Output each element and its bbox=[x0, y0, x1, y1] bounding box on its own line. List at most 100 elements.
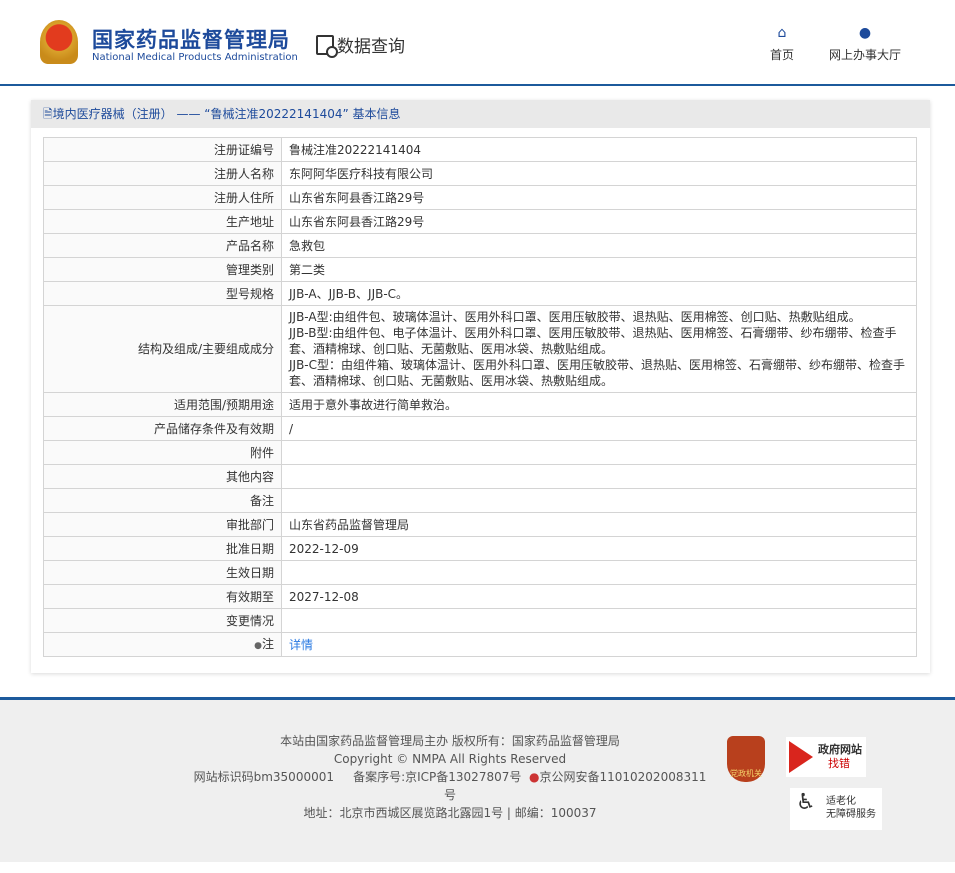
row-label: 产品储存条件及有效期 bbox=[43, 416, 282, 441]
logo-subtitle: National Medical Products Administration bbox=[92, 52, 298, 63]
row-value: 急救包 bbox=[281, 233, 917, 258]
row-label: 生产地址 bbox=[43, 209, 282, 234]
row-label-text: 适用范围/预期用途 bbox=[173, 397, 274, 412]
police-badge-icon: ● bbox=[529, 770, 540, 784]
footer-sponsor: 本站由国家药品监督管理局主办 版权所有：国家药品监督管理局 bbox=[280, 734, 620, 748]
row-label: 注册证编号 bbox=[43, 137, 282, 162]
row-value bbox=[281, 440, 917, 465]
table-row: 有效期至 2027-12-08 bbox=[43, 584, 917, 609]
national-emblem-logo bbox=[40, 20, 78, 64]
badge-label: 党政机关 bbox=[730, 769, 762, 778]
site-header: 国家药品监督管理局 National Medical Products Admi… bbox=[0, 0, 955, 86]
section-label: 数据查询 bbox=[337, 37, 405, 57]
row-label: 其他内容 bbox=[43, 464, 282, 489]
badge-label: 无障碍服务 bbox=[826, 809, 876, 820]
row-label: 有效期至 bbox=[43, 584, 282, 609]
table-row: 变更情况 bbox=[43, 608, 917, 633]
row-label-text: 附件 bbox=[249, 445, 274, 460]
section-title: 数据查询 bbox=[316, 32, 405, 58]
table-row: 管理类别 第二类 bbox=[43, 257, 917, 282]
table-row: 适用范围/预期用途 适用于意外事故进行简单救治。 bbox=[43, 392, 917, 417]
details-link[interactable]: 详情 bbox=[289, 638, 313, 652]
table-row: ●注 详情 bbox=[43, 632, 917, 657]
row-value: 第二类 bbox=[281, 257, 917, 282]
table-row: 产品储存条件及有效期 / bbox=[43, 416, 917, 441]
table-row: 型号规格 JJB-A、JJB-B、JJB-C。 bbox=[43, 281, 917, 306]
nav-online-hall-label: 网上办事大厅 bbox=[829, 48, 902, 62]
nav-home[interactable]: ⌂ 首页 bbox=[770, 26, 794, 63]
row-label-text: 结构及组成/主要组成成分 bbox=[137, 342, 274, 356]
footer: 本站由国家药品监督管理局主办 版权所有：国家药品监督管理局 Copyright … bbox=[0, 697, 955, 862]
panel-title: 境内医疗器械（注册） —— “鲁械注准20222141404” 基本信息 bbox=[52, 107, 401, 121]
row-label: 型号规格 bbox=[43, 281, 282, 306]
row-label: 管理类别 bbox=[43, 257, 282, 282]
row-value: 2027-12-08 bbox=[281, 584, 917, 609]
footer-copyright: Copyright © NMPA All Rights Reserved bbox=[333, 752, 567, 766]
table-row: 产品名称 急救包 bbox=[43, 233, 917, 258]
badge-label: 政府网站 bbox=[818, 743, 862, 756]
composition-line: JJB-C型：由组件箱、玻璃体温计、医用外科口罩、医用压敏胶带、退热贴、医用棉签… bbox=[289, 358, 906, 388]
row-label-text: 备注 bbox=[249, 493, 274, 508]
table-row: 附件 bbox=[43, 440, 917, 465]
row-label: 附件 bbox=[43, 440, 282, 465]
row-value bbox=[281, 488, 917, 513]
row-label: 产品名称 bbox=[43, 233, 282, 258]
data-query-icon bbox=[316, 34, 338, 58]
row-value bbox=[281, 464, 917, 489]
row-value: / bbox=[281, 416, 917, 441]
row-label: 变更情况 bbox=[43, 608, 282, 633]
table-row: 注册人住所 山东省东阿县香江路29号 bbox=[43, 185, 917, 210]
logo-title[interactable]: 国家药品监督管理局 bbox=[92, 24, 290, 54]
table-row: 批准日期 2022-12-09 bbox=[43, 536, 917, 561]
table-row: 备注 bbox=[43, 488, 917, 513]
row-label: 批准日期 bbox=[43, 536, 282, 561]
row-label: 备注 bbox=[43, 488, 282, 513]
row-label-text: 产品储存条件及有效期 bbox=[153, 421, 274, 436]
table-row: 生产地址 山东省东阿县香江路29号 bbox=[43, 209, 917, 234]
row-value: 详情 bbox=[281, 632, 917, 657]
row-value: 山东省东阿县香江路29号 bbox=[281, 209, 917, 234]
gov-site-error-report[interactable]: 政府网站 找错 bbox=[786, 737, 866, 777]
info-table: 注册证编号 鲁械注准20222141404 注册人名称 东阿阿华医疗科技有限公司 注册人… bbox=[43, 137, 917, 657]
row-value: JJB-A、JJB-B、JJB-C。 bbox=[281, 281, 917, 306]
home-icon: ⌂ bbox=[777, 25, 787, 41]
row-value: 2022-12-09 bbox=[281, 536, 917, 561]
row-label-text: 型号规格 bbox=[225, 286, 274, 301]
nav-online-hall[interactable]: ● 网上办事大厅 bbox=[829, 26, 901, 63]
row-label-text: 生效日期 bbox=[225, 565, 274, 580]
panel-header: 🗎境内医疗器械（注册） —— “鲁械注准20222141404” 基本信息 bbox=[31, 100, 930, 128]
accessibility-service[interactable]: ♿ 适老化无障碍服务 bbox=[790, 788, 882, 830]
footer-site-id: 网站标识码bm35000001 bbox=[193, 770, 334, 784]
row-value: 东阿阿华医疗科技有限公司 bbox=[281, 161, 917, 186]
nav-home-label: 首页 bbox=[770, 48, 795, 62]
row-value: 适用于意外事故进行简单救治。 bbox=[281, 392, 917, 417]
row-label-text: 变更情况 bbox=[225, 613, 274, 628]
row-label-text: 注册人名称 bbox=[213, 166, 274, 181]
party-government-badge[interactable]: 党政机关 bbox=[727, 736, 765, 782]
row-label-text: 审批部门 bbox=[225, 517, 274, 532]
row-label-text: 有效期至 bbox=[225, 589, 274, 604]
badge-label: 找错 bbox=[828, 757, 850, 770]
row-value bbox=[281, 560, 917, 585]
table-row: 审批部门 山东省药品监督管理局 bbox=[43, 512, 917, 537]
row-value: JJB-A型:由组件包、玻璃体温计、医用外科口罩、医用压敏胶带、退热贴、医用棉签… bbox=[281, 305, 917, 393]
row-label-text: 批准日期 bbox=[225, 541, 274, 556]
info-panel: 🗎境内医疗器械（注册） —— “鲁械注准20222141404” 基本信息 注册… bbox=[31, 100, 930, 673]
composition-line: JJB-B型:由组件包、电子体温计、医用外科口罩、医用压敏胶带、退热贴、医用棉签… bbox=[289, 326, 897, 356]
row-label-text: 管理类别 bbox=[225, 262, 274, 277]
row-label: 审批部门 bbox=[43, 512, 282, 537]
row-value bbox=[281, 608, 917, 633]
footer-address: 地址：北京市西城区展览路北露园1号 | 邮编：100037 bbox=[303, 806, 597, 820]
row-value: 山东省东阿县香江路29号 bbox=[281, 185, 917, 210]
lightbulb-icon: ● bbox=[254, 640, 262, 651]
row-label: ●注 bbox=[43, 632, 282, 657]
document-icon: 🗎 bbox=[43, 107, 53, 121]
wheelchair-icon: ♿ bbox=[796, 790, 816, 815]
table-row: 生效日期 bbox=[43, 560, 917, 585]
table-row: 注册人名称 东阿阿华医疗科技有限公司 bbox=[43, 161, 917, 186]
row-label-text: 注 bbox=[261, 636, 274, 651]
footer-icp[interactable]: 备案序号:京ICP备13027807号 bbox=[353, 770, 521, 784]
row-label: 注册人住所 bbox=[43, 185, 282, 210]
composition-line: JJB-A型:由组件包、玻璃体温计、医用外科口罩、医用压敏胶带、退热贴、医用棉签… bbox=[289, 310, 861, 324]
badge-label: 适老化 bbox=[826, 796, 856, 807]
